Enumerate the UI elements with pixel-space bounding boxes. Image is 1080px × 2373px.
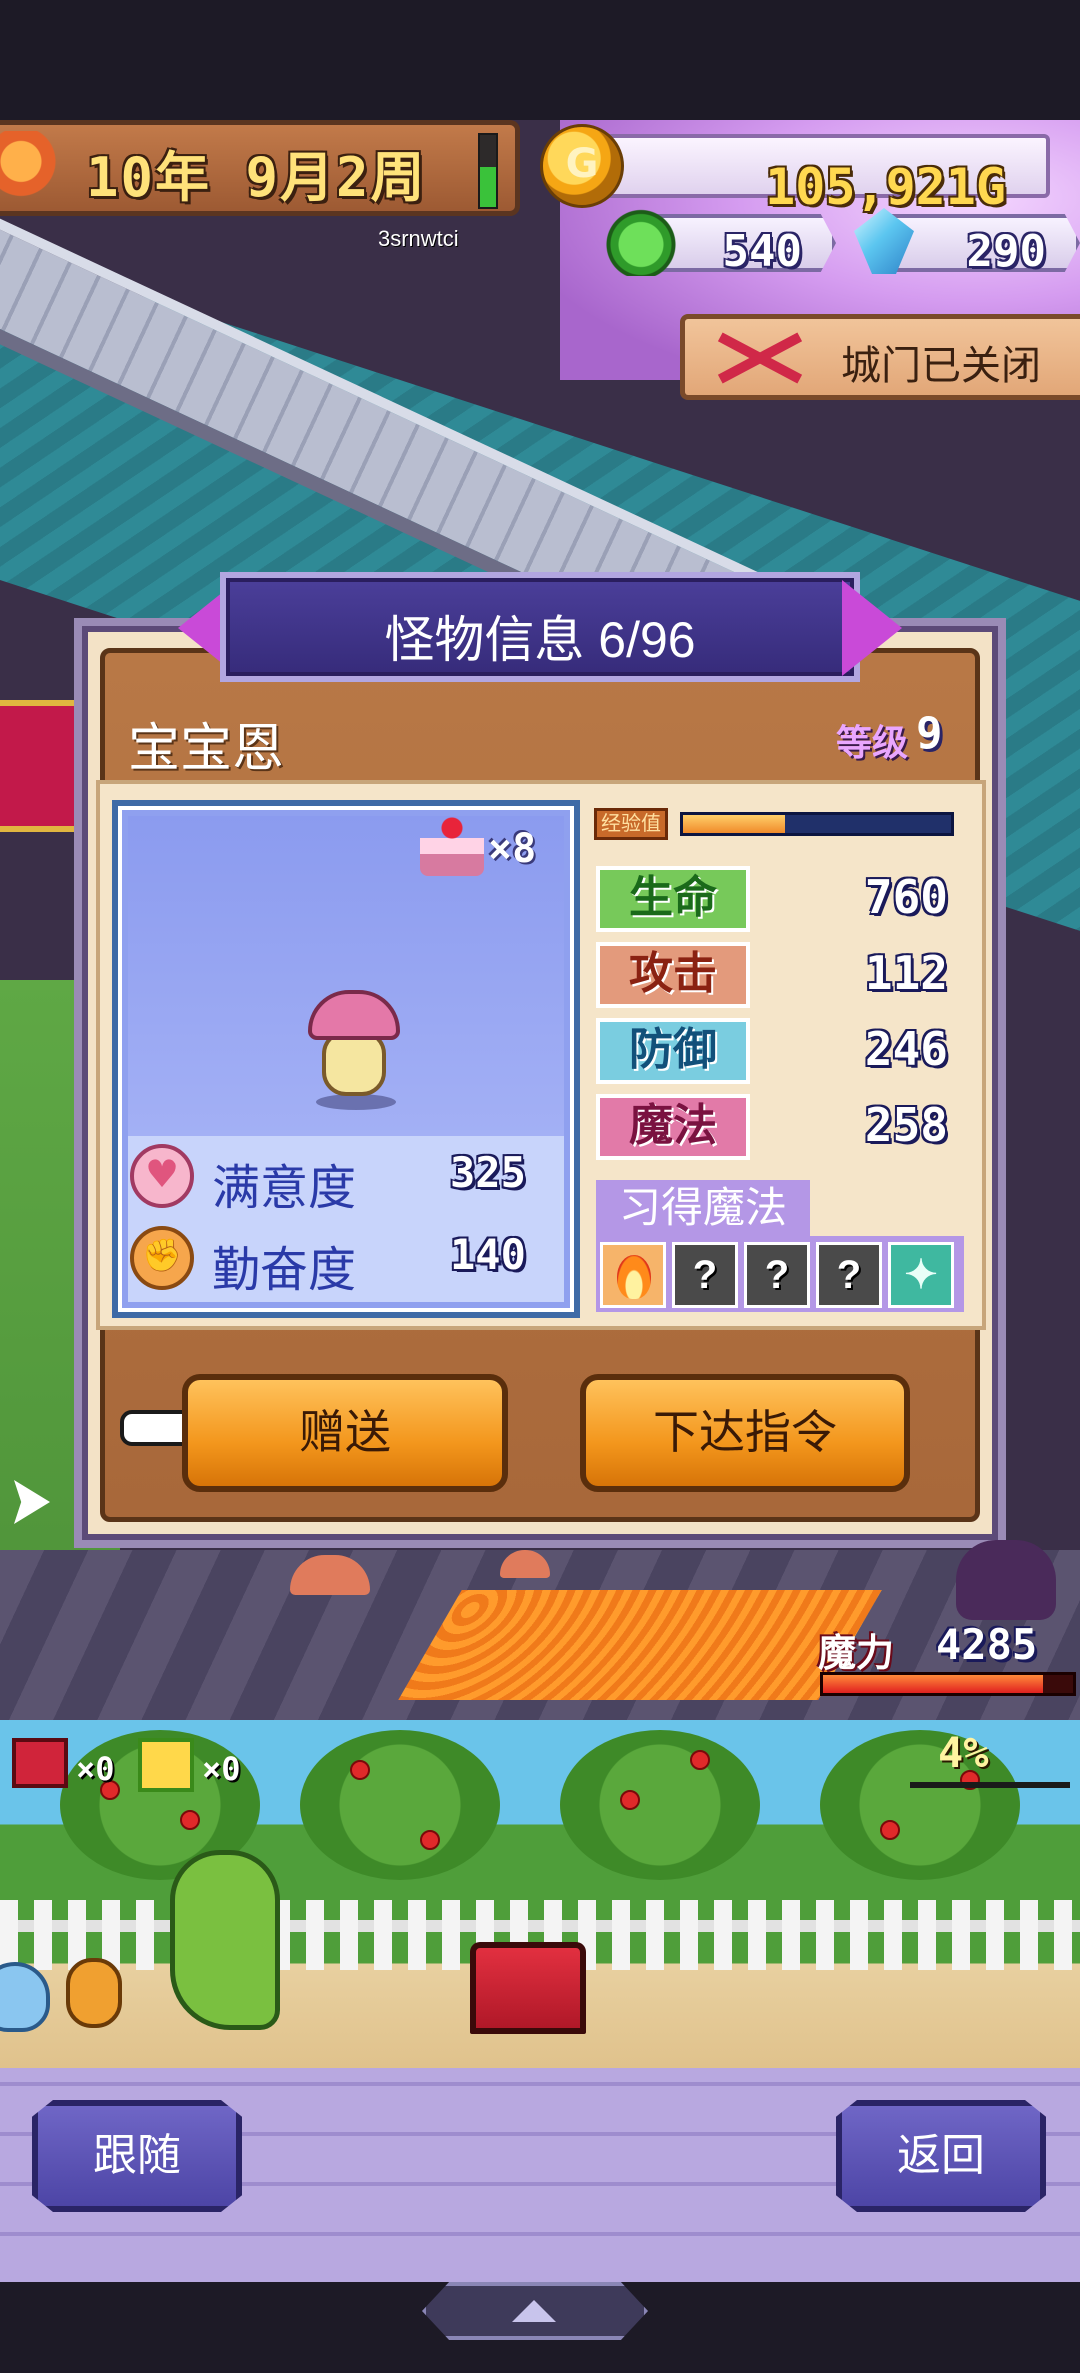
satisfaction-label: 满意度	[212, 1162, 357, 1215]
pointing-hand-icon	[120, 1410, 186, 1446]
diligence-label: 勤奋度	[212, 1244, 357, 1297]
magic-value: 258	[864, 1098, 948, 1152]
food-count: ×8	[488, 826, 537, 872]
gold-bar: 105,921G	[580, 134, 1050, 216]
exp-bar-fill	[683, 815, 785, 833]
panel-title-banner: 怪物信息 6/96	[220, 572, 860, 682]
apple	[880, 1820, 900, 1840]
gold-coin-icon	[540, 124, 624, 208]
gate-status-button[interactable]: 城门已关闭	[680, 314, 1080, 400]
gift-box-icon	[138, 1738, 194, 1792]
magic-label: 魔法	[596, 1094, 750, 1160]
status-bar	[0, 0, 1080, 120]
learned-magic-header: 习得魔法	[596, 1180, 810, 1236]
sparkle-magic-icon[interactable]: ✦	[888, 1242, 954, 1308]
monster-shadow	[316, 1094, 396, 1110]
time-gauge-fill	[480, 167, 496, 207]
monster-name: 宝宝恩	[128, 720, 285, 778]
diligence-value: 140	[450, 1230, 526, 1279]
learned-magic-list: ? ? ? ✦	[596, 1236, 964, 1312]
level-value: 9	[916, 708, 943, 759]
time-gauge	[478, 133, 498, 209]
follow-button[interactable]: 跟随	[32, 2100, 242, 2212]
mana-bar-fill	[823, 1675, 1043, 1693]
red-treasure-chest[interactable]	[470, 1942, 586, 2034]
gift-counter[interactable]: ×0	[138, 1738, 258, 1798]
fist-icon	[130, 1226, 194, 1290]
leaf-worm-monster	[170, 1850, 280, 2030]
green-monster-icon	[606, 206, 676, 276]
defense-value: 246	[864, 1022, 948, 1076]
mushroom-monster-sprite	[308, 990, 400, 1110]
locked-skill-slot[interactable]: ?	[672, 1242, 738, 1308]
gift-button[interactable]: 赠送	[182, 1374, 508, 1492]
apple	[350, 1760, 370, 1780]
satisfaction-value: 325	[450, 1148, 526, 1197]
cupcake-icon	[420, 816, 484, 876]
exp-bar	[680, 812, 954, 836]
apple-tree	[820, 1730, 1020, 1880]
orchard-progress-line	[910, 1782, 1070, 1788]
lava-pool	[398, 1590, 882, 1700]
panel-title: 怪物信息 6/96	[384, 612, 696, 668]
mana-value: 4285	[936, 1620, 1038, 1669]
gift-count: ×0	[202, 1750, 241, 1788]
apple	[420, 1830, 440, 1850]
hp-label: 生命	[596, 866, 750, 932]
player-id: 3srnwtci	[378, 226, 459, 251]
level-label: 等级	[836, 722, 909, 763]
chick-monster	[66, 1958, 122, 2028]
attack-label: 攻击	[596, 942, 750, 1008]
autumn-leaf-icon	[0, 131, 70, 207]
gate-status-text: 城门已关闭	[841, 344, 1041, 388]
monster-points-value: 540	[722, 226, 802, 277]
mana-bar	[820, 1672, 1076, 1696]
attack-value: 112	[864, 946, 948, 1000]
apple	[620, 1790, 640, 1810]
apple-tree	[560, 1730, 760, 1880]
monster-cap	[308, 990, 400, 1040]
locked-skill-slot[interactable]: ?	[816, 1242, 882, 1308]
apple-tree	[300, 1730, 500, 1880]
exp-label: 经验值	[594, 808, 668, 840]
back-button[interactable]: 返回	[836, 2100, 1046, 2212]
date-panel: 10年 9月2周	[0, 120, 520, 216]
chest-counter[interactable]: ×0	[12, 1738, 132, 1798]
crystal-bar: 290	[890, 214, 1080, 272]
mana-label: 魔力	[818, 1633, 895, 1675]
demon-lord-avatar	[956, 1540, 1056, 1620]
game-screen: 10年 9月2周 105,921G 540 290 3srnwtci 城门已关闭…	[0, 0, 1080, 2373]
monster-points-panel: 540	[606, 206, 836, 280]
locked-skill-slot[interactable]: ?	[744, 1242, 810, 1308]
crystal-panel: 290	[850, 206, 1080, 280]
heart-icon	[130, 1144, 194, 1208]
fire-magic-icon[interactable]	[600, 1242, 666, 1308]
date-text: 10年 9月2周	[86, 146, 427, 209]
gold-panel: 105,921G	[540, 120, 1080, 216]
apple	[690, 1750, 710, 1770]
orchard-progress: 4%	[938, 1728, 989, 1777]
treasure-chest-icon	[12, 1738, 68, 1788]
apple	[180, 1810, 200, 1830]
red-x-icon	[715, 329, 805, 385]
command-button[interactable]: 下达指令	[580, 1374, 910, 1492]
hp-value: 760	[864, 870, 948, 924]
crystal-value: 290	[966, 226, 1046, 277]
defense-label: 防御	[596, 1018, 750, 1084]
chest-count: ×0	[76, 1750, 115, 1788]
